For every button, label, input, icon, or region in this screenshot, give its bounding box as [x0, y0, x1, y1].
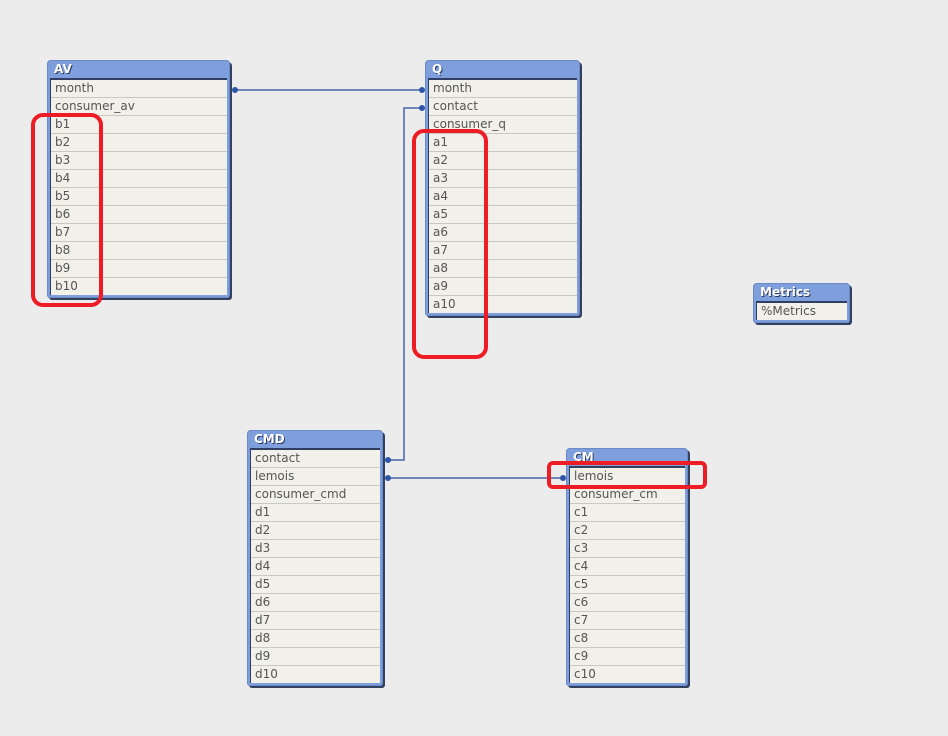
highlight-a-fields — [412, 129, 488, 359]
link-endpoint-icon — [385, 457, 391, 463]
field-item[interactable]: d4 — [251, 558, 380, 576]
field-item[interactable]: c3 — [570, 540, 685, 558]
field-item[interactable]: d6 — [251, 594, 380, 612]
field-item[interactable]: d1 — [251, 504, 380, 522]
field-item[interactable]: contact — [251, 450, 380, 468]
field-item[interactable]: d7 — [251, 612, 380, 630]
field-item[interactable]: d8 — [251, 630, 380, 648]
field-item[interactable]: d2 — [251, 522, 380, 540]
field-item[interactable]: d3 — [251, 540, 380, 558]
field-item[interactable]: d10 — [251, 666, 380, 683]
field-item[interactable]: c6 — [570, 594, 685, 612]
table-title[interactable]: CMD — [250, 430, 380, 450]
field-item[interactable]: %Metrics — [757, 303, 847, 320]
field-item[interactable]: c8 — [570, 630, 685, 648]
link-endpoint-icon — [232, 87, 238, 93]
field-item[interactable]: c1 — [570, 504, 685, 522]
field-item[interactable]: lemois — [251, 468, 380, 486]
field-item[interactable]: month — [51, 80, 227, 98]
field-item[interactable]: month — [429, 80, 577, 98]
field-list: lemois consumer_cm c1 c2 c3 c4 c5 c6 c7 c8 c9 c10 — [569, 468, 685, 683]
table-title[interactable]: Q — [428, 60, 577, 80]
field-item[interactable]: d9 — [251, 648, 380, 666]
table-metrics[interactable]: Metrics %Metrics — [753, 283, 850, 323]
table-title[interactable]: AV — [50, 60, 227, 80]
field-item[interactable]: c7 — [570, 612, 685, 630]
field-item[interactable]: c4 — [570, 558, 685, 576]
field-item[interactable]: consumer_cmd — [251, 486, 380, 504]
field-list: %Metrics — [756, 303, 847, 320]
field-item[interactable]: c9 — [570, 648, 685, 666]
highlight-b-fields — [31, 113, 103, 307]
table-title[interactable]: Metrics — [756, 283, 847, 303]
link-endpoint-icon — [385, 475, 391, 481]
field-item[interactable]: c2 — [570, 522, 685, 540]
field-item[interactable]: c5 — [570, 576, 685, 594]
table-cmd[interactable]: CMD contact lemois consumer_cmd d1 d2 d3 d4 d5 d… — [247, 430, 383, 686]
field-list: contact lemois consumer_cmd d1 d2 d3 d4 d5 d6 d7 d… — [250, 450, 380, 683]
field-item[interactable]: contact — [429, 98, 577, 116]
field-item[interactable]: d5 — [251, 576, 380, 594]
highlight-lemois-field — [547, 461, 707, 489]
field-item[interactable]: c10 — [570, 666, 685, 683]
